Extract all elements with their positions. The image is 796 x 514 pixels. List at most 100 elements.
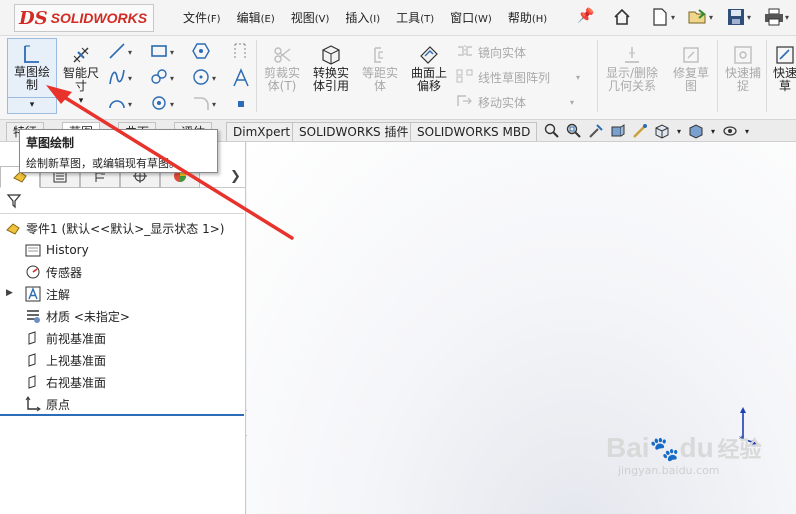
tree-item-material[interactable]: 材质 <未指定> bbox=[24, 306, 130, 326]
watermark-brand: Bai bbox=[606, 432, 650, 463]
tree-item-annotations[interactable]: 注解 bbox=[24, 284, 70, 304]
offset-on-surface-icon bbox=[404, 40, 454, 66]
new-document-button[interactable]: ▾ bbox=[650, 4, 684, 30]
chevron-down-icon[interactable]: ▾ bbox=[709, 122, 717, 140]
new-document-icon bbox=[650, 7, 670, 27]
menu-tools[interactable]: 工具(T) bbox=[396, 9, 434, 26]
menu-insert[interactable]: 插入(I) bbox=[345, 9, 380, 26]
tree-item-sensors[interactable]: 传感器 bbox=[24, 262, 82, 282]
circle-tool[interactable]: ▾ bbox=[192, 68, 222, 88]
chevron-right-icon[interactable]: ❯ bbox=[230, 169, 241, 184]
save-button[interactable]: ▾ bbox=[726, 4, 760, 30]
circle-icon bbox=[192, 68, 210, 89]
tree-item-origin[interactable]: 原点 bbox=[24, 394, 70, 414]
menu-window[interactable]: 窗口(W) bbox=[450, 9, 492, 26]
sketch-dropdown[interactable]: ▾ bbox=[8, 97, 56, 113]
tree-filter[interactable] bbox=[0, 192, 244, 214]
text-tool[interactable] bbox=[232, 68, 250, 91]
spline-tool[interactable]: ▾ bbox=[108, 68, 138, 88]
hide-show-items-icon[interactable] bbox=[721, 122, 739, 140]
offset-on-surface-button[interactable]: 曲面上 偏移 bbox=[404, 40, 454, 93]
tree-item-top-plane[interactable]: 上视基准面 bbox=[24, 350, 106, 370]
repair-sketch-button[interactable]: 修复草 图 bbox=[666, 40, 716, 93]
linear-pattern-label: 线性草图阵列 bbox=[478, 71, 551, 85]
previous-view-icon[interactable] bbox=[587, 122, 605, 140]
display-delete-relations-button[interactable]: 显示/删除 几何关系 bbox=[601, 40, 663, 93]
chevron-down-icon: ▾ bbox=[170, 47, 175, 57]
ellipse-tool[interactable]: ▾ bbox=[150, 94, 180, 114]
slot-tool[interactable]: ▾ bbox=[150, 68, 180, 88]
arc-icon bbox=[108, 96, 126, 113]
slot-icon bbox=[150, 68, 168, 89]
display-style-icon[interactable] bbox=[687, 122, 705, 140]
tooltip-title: 草图绘制 bbox=[26, 136, 75, 150]
point-icon bbox=[236, 98, 246, 112]
convert-label-line2: 体引用 bbox=[312, 79, 349, 93]
open-button[interactable]: ▾ bbox=[688, 4, 722, 30]
trim-entities-button[interactable]: 剪裁实 体(T) bbox=[257, 40, 307, 93]
dynamic-annotation-icon[interactable] bbox=[631, 122, 649, 140]
menu-bar: 文件(F) 编辑(E) 视图(V) 插入(I) 工具(T) 窗口(W) 帮助(H… bbox=[183, 9, 563, 26]
tree-item-front-plane[interactable]: 前视基准面 bbox=[24, 328, 106, 348]
sketch-button[interactable]: 草图绘 制 ▾ bbox=[7, 38, 57, 114]
solidworks-logo[interactable]: DS SOLIDWORKS bbox=[14, 4, 154, 32]
paw-icon: 🐾 bbox=[649, 435, 680, 463]
polygon-tool[interactable] bbox=[192, 42, 222, 62]
menu-file[interactable]: 文件(F) bbox=[183, 9, 221, 26]
rapid-sketch-icon bbox=[768, 40, 796, 66]
move-entities-button[interactable]: 移动实体 ▾ bbox=[456, 94, 574, 111]
fillet-icon bbox=[192, 94, 210, 115]
trim-label-line2: 体(T) bbox=[267, 79, 297, 93]
point-tool[interactable] bbox=[236, 98, 246, 112]
menu-edit[interactable]: 编辑(E) bbox=[237, 9, 275, 26]
tab-solidworks-mbd[interactable]: SOLIDWORKS MBD bbox=[410, 122, 538, 141]
view-orientation-icon[interactable] bbox=[653, 122, 671, 140]
smart-dimension-button[interactable]: 智能尺 寸 ▾ bbox=[56, 40, 106, 108]
line-tool[interactable]: ▾ bbox=[108, 42, 138, 62]
chevron-down-icon[interactable]: ▾ bbox=[56, 95, 106, 108]
tab-solidworks-addins[interactable]: SOLIDWORKS 插件 bbox=[292, 122, 416, 141]
fillet-tool[interactable]: ▾ bbox=[192, 94, 222, 114]
menu-help[interactable]: 帮助(H) bbox=[508, 9, 547, 26]
arc-tool[interactable]: ▾ bbox=[108, 94, 138, 114]
convert-entities-button[interactable]: 转换实 体引用 bbox=[306, 40, 356, 93]
zoom-to-fit-icon[interactable] bbox=[543, 122, 561, 140]
chevron-down-icon: ▾ bbox=[747, 12, 752, 22]
menu-view[interactable]: 视图(V) bbox=[291, 9, 330, 26]
pin-icon[interactable]: 📌 bbox=[577, 8, 594, 24]
ds-logo-mark: DS bbox=[19, 7, 48, 29]
print-button[interactable]: ▾ bbox=[764, 4, 796, 30]
chevron-down-icon: ▾ bbox=[128, 99, 133, 109]
zoom-to-area-icon[interactable] bbox=[565, 122, 583, 140]
offset-label-line2: 体 bbox=[373, 79, 386, 93]
rollback-bar[interactable] bbox=[0, 414, 244, 416]
mirror-entities-button[interactable]: 镜向实体 bbox=[456, 44, 526, 61]
chevron-down-icon: ▾ bbox=[785, 12, 790, 22]
construction-geometry-tool[interactable] bbox=[232, 42, 248, 65]
command-manager-ribbon: 草图绘 制 ▾ 智能尺 寸 ▾ ▾ ▾ ▾ ▾ ▾ ▾ ▾ ▾ 剪裁实 体(T)… bbox=[0, 36, 796, 120]
tooltip-body: 绘制新草图，或编辑现有草图。 bbox=[26, 157, 180, 170]
home-button[interactable] bbox=[612, 4, 646, 30]
offset-entities-button[interactable]: 等距实 体 bbox=[355, 40, 405, 93]
tree-root-part[interactable]: 零件1 (默认<<默认>_显示状态 1>) bbox=[4, 218, 224, 238]
move-icon bbox=[456, 94, 474, 111]
mirror-icon bbox=[456, 44, 474, 61]
tab-dimxpert[interactable]: DimXpert bbox=[226, 122, 298, 141]
rectangle-tool[interactable]: ▾ bbox=[150, 42, 180, 62]
tree-label: 原点 bbox=[46, 397, 71, 412]
tree-item-right-plane[interactable]: 右视基准面 bbox=[24, 372, 106, 392]
chevron-down-icon[interactable]: ▾ bbox=[675, 122, 683, 140]
rectangle-icon bbox=[150, 43, 168, 62]
section-view-icon[interactable] bbox=[609, 122, 627, 140]
watermark-url: jingyan.baidu.com bbox=[618, 464, 720, 477]
ellipse-icon bbox=[150, 94, 168, 115]
chevron-down-icon[interactable]: ▾ bbox=[743, 122, 751, 140]
smart-dimension-icon bbox=[56, 40, 106, 66]
expand-annotations-arrow[interactable]: ▶ bbox=[6, 288, 13, 298]
rapid-sketch-button[interactable]: 快速 草 bbox=[768, 40, 796, 93]
watermark-brand-cn: 经验 bbox=[717, 437, 762, 462]
linear-sketch-pattern-button[interactable]: 线性草图阵列 ▾ bbox=[456, 69, 580, 86]
plane-icon bbox=[24, 351, 42, 369]
quick-snaps-button[interactable]: 快速捕 捉 bbox=[718, 40, 768, 93]
tree-item-history[interactable]: History bbox=[24, 240, 89, 260]
